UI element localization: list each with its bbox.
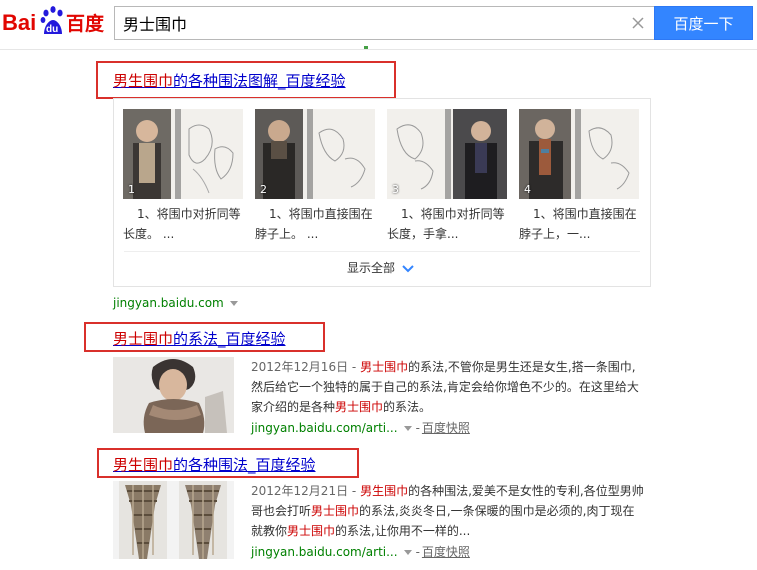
svg-text:百度: 百度: [66, 12, 105, 35]
result-thumbnail-2[interactable]: [113, 357, 234, 433]
result-url-3[interactable]: jingyan.baidu.com/arti... - 百度快照: [251, 543, 470, 560]
result-title-3[interactable]: 男生围巾的各种围法_百度经验: [113, 454, 316, 475]
result-title-1[interactable]: 男生围巾的各种围法图解_百度经验: [113, 70, 346, 91]
image-steps-card: 1 2 3 4 1、将围巾对折同等 长度。 ... 1、将围巾直接围在 脖子上。…: [113, 98, 651, 287]
card-divider: [124, 251, 640, 252]
step-number: 1: [128, 183, 135, 196]
result-url-2[interactable]: jingyan.baidu.com/arti... - 百度快照: [251, 419, 470, 436]
result-url-1[interactable]: jingyan.baidu.com: [113, 296, 238, 310]
dropdown-arrow-icon[interactable]: [403, 550, 412, 555]
result-abstract-3: 2012年12月21日 - 男生围巾的各种围法,爱美不是女性的专利,各位型男帅哥…: [251, 484, 644, 538]
result-title-2[interactable]: 男士围巾的系法_百度经验: [113, 328, 286, 349]
search-input[interactable]: [123, 7, 623, 39]
baidu-logo[interactable]: Bai du 百度: [2, 5, 106, 37]
step-caption-4[interactable]: 1、将围巾直接围在 脖子上，一...: [519, 204, 645, 244]
result-abstract-2: 2012年12月16日 - 男士围巾的系法,不管你是男生还是女生,搭一条围巾,然…: [251, 360, 639, 414]
svg-text:Bai: Bai: [2, 10, 36, 35]
dropdown-arrow-icon[interactable]: [229, 301, 238, 306]
step-thumbnail-2[interactable]: 2: [255, 109, 375, 199]
chevron-down-icon: [402, 264, 414, 272]
svg-text:du: du: [46, 24, 58, 35]
step-caption-1[interactable]: 1、将围巾对折同等 长度。 ...: [123, 204, 249, 244]
step-caption-3[interactable]: 1、将围巾对折同等 长度，手拿...: [387, 204, 513, 244]
step-thumbnail-3[interactable]: 3: [387, 109, 507, 199]
clear-icon[interactable]: [630, 15, 646, 31]
show-all-label: 显示全部: [347, 261, 396, 275]
cache-link[interactable]: 百度快照: [422, 545, 470, 559]
step-number: 2: [260, 183, 267, 196]
search-button[interactable]: 百度一下: [654, 6, 753, 40]
step-number: 3: [392, 183, 399, 196]
progress-indicator: [364, 46, 368, 49]
dropdown-arrow-icon[interactable]: [403, 426, 412, 431]
search-box: [114, 6, 654, 40]
search-header: Bai du 百度 百度一下: [0, 0, 757, 50]
step-number: 4: [524, 183, 531, 196]
step-thumbnail-4[interactable]: 4: [519, 109, 639, 199]
step-thumbnail-1[interactable]: 1: [123, 109, 243, 199]
result-thumbnail-3[interactable]: [113, 481, 234, 559]
step-caption-2[interactable]: 1、将围巾直接围在 脖子上。 ...: [255, 204, 381, 244]
cache-link[interactable]: 百度快照: [422, 421, 470, 435]
show-all-button[interactable]: 显示全部: [347, 259, 414, 276]
